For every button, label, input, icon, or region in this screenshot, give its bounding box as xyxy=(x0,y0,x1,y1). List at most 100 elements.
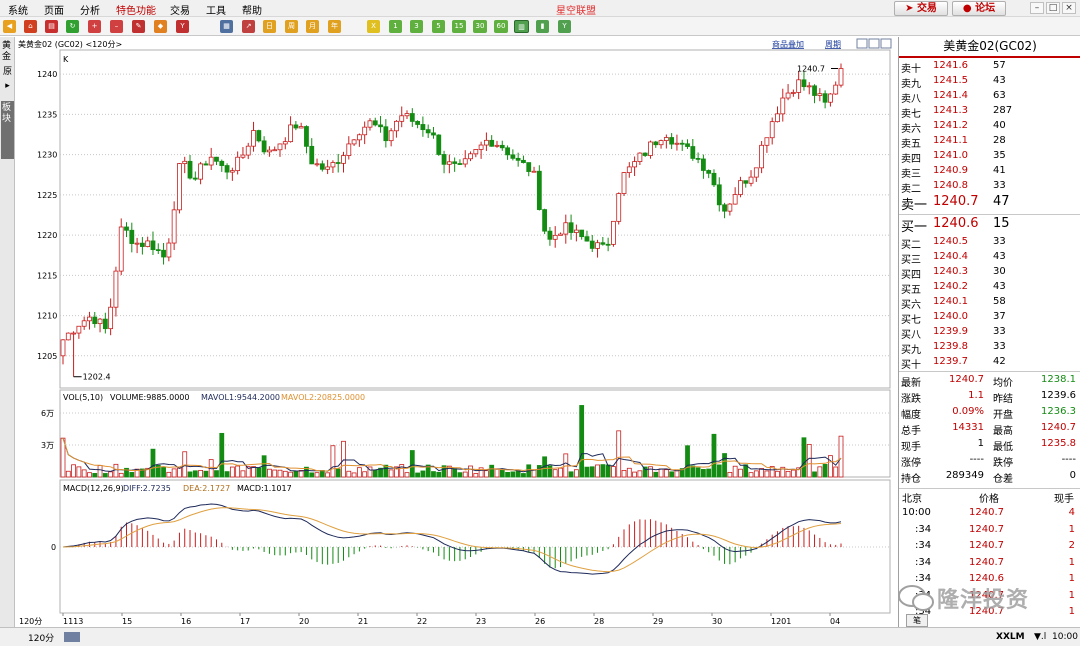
tick-row: 10:00 1240.7 4 xyxy=(899,505,1080,521)
tab-sector[interactable]: 板块 xyxy=(1,101,14,159)
ask-row[interactable]: 卖六 1241.2 40 xyxy=(899,119,1080,135)
volume-bar xyxy=(224,471,230,478)
chart-icon[interactable]: ↗ xyxy=(242,20,255,33)
tab-gold-label: 黄金 xyxy=(1,41,11,62)
ask-row[interactable]: 卖四 1241.0 35 xyxy=(899,149,1080,165)
x-icon[interactable]: X xyxy=(367,20,380,33)
60min-icon[interactable]: 60 xyxy=(494,20,508,33)
ask-row[interactable]: 卖十 1241.6 57 xyxy=(899,59,1080,75)
tab-source[interactable]: 原 xyxy=(1,67,14,78)
refresh-icon[interactable]: ↻ xyxy=(66,20,79,33)
bid-row[interactable]: 买二 1240.5 33 xyxy=(899,235,1080,251)
day-icon[interactable]: 日 xyxy=(263,20,276,33)
chart-area[interactable]: 美黄金02 (GC02) <120分> 商品叠加 周期 K 1205 1210 1215 12… xyxy=(15,37,898,627)
bid-row[interactable]: 买十 1239.7 42 xyxy=(899,355,1080,371)
bid-row[interactable]: 买九 1239.8 33 xyxy=(899,340,1080,356)
bid-price: 1239.7 xyxy=(933,356,968,367)
volume-bar xyxy=(65,470,71,478)
watermark: 隆沣投资 xyxy=(893,582,1053,613)
menu-features[interactable]: 特色功能 xyxy=(116,2,156,17)
volume-bar xyxy=(330,445,336,478)
ask-row[interactable]: 卖八 1241.4 63 xyxy=(899,89,1080,105)
ask-price: 1241.0 xyxy=(933,150,968,161)
volume-bar xyxy=(600,464,606,478)
stat-label: 涨跌 xyxy=(901,394,921,405)
week-icon[interactable]: 周 xyxy=(285,20,298,33)
menu-trade[interactable]: 交易 xyxy=(170,2,190,17)
menu-help[interactable]: 帮助 xyxy=(242,2,262,17)
volume-bar xyxy=(452,468,458,478)
ask-row[interactable]: 卖五 1241.1 28 xyxy=(899,134,1080,150)
bid-row[interactable]: 买三 1240.4 43 xyxy=(899,250,1080,266)
ask-row[interactable]: 卖三 1240.9 41 xyxy=(899,164,1080,180)
volume-bar xyxy=(616,430,622,478)
forum-button[interactable]: ● 论坛 xyxy=(952,1,1006,16)
ask-row[interactable]: 卖二 1240.8 33 xyxy=(899,179,1080,195)
zoom-in-icon[interactable]: + xyxy=(88,20,101,33)
candle-body xyxy=(282,141,288,145)
tick-time: :34 xyxy=(915,523,932,535)
pen-icon[interactable]: ✎ xyxy=(132,20,145,33)
menu-analysis[interactable]: 分析 xyxy=(80,2,100,17)
scroll-left-icon[interactable] xyxy=(64,632,80,642)
maximize-icon[interactable]: □ xyxy=(1046,2,1060,14)
bid-row[interactable]: 买七 1240.0 37 xyxy=(899,310,1080,326)
stat-label: 昨结 xyxy=(993,394,1013,405)
volume-bar xyxy=(674,470,680,478)
bid-row[interactable]: 买五 1240.2 43 xyxy=(899,280,1080,296)
candle-body xyxy=(478,144,484,150)
bucket-icon[interactable]: ◆ xyxy=(154,20,167,33)
volume-bar xyxy=(198,469,204,478)
bid-volume: 15 xyxy=(993,216,1010,231)
tick-icon[interactable]: ▮ xyxy=(536,20,549,33)
candle-body xyxy=(632,161,637,168)
tick-mode-button[interactable]: 笔 xyxy=(906,614,928,627)
volume-bar xyxy=(383,464,389,478)
bid-row[interactable]: 买四 1240.3 30 xyxy=(899,265,1080,281)
volume-bar xyxy=(632,471,637,478)
folder-icon[interactable]: ▤ xyxy=(45,20,58,33)
month-icon[interactable]: 月 xyxy=(306,20,319,33)
1min-icon[interactable]: 1 xyxy=(389,20,402,33)
menu-page[interactable]: 页面 xyxy=(44,2,64,17)
candle-body xyxy=(288,124,293,143)
back-icon[interactable]: ◀ xyxy=(3,20,16,33)
bid-row[interactable]: 买八 1239.9 33 xyxy=(899,325,1080,341)
kline-icon[interactable]: ▥ xyxy=(514,20,529,33)
bid-row[interactable]: 买一 1240.6 15 xyxy=(899,216,1080,235)
volume-bar xyxy=(573,469,579,478)
menu-system[interactable]: 系统 xyxy=(8,2,28,17)
ask-row[interactable]: 卖九 1241.5 43 xyxy=(899,74,1080,90)
close-icon[interactable]: × xyxy=(1062,2,1076,14)
trade-button[interactable]: ➤ 交易 xyxy=(894,1,948,16)
5min-icon[interactable]: 5 xyxy=(432,20,445,33)
ask-row[interactable]: 卖七 1241.3 287 xyxy=(899,104,1080,120)
candle-body xyxy=(446,161,452,165)
ask-row[interactable]: 卖一 1240.7 47 xyxy=(899,194,1080,213)
candle-body xyxy=(616,193,622,222)
grid-icon[interactable]: ▦ xyxy=(220,20,233,33)
multi-icon[interactable]: Y xyxy=(558,20,571,33)
minimize-icon[interactable]: – xyxy=(1030,2,1044,14)
tab-arrow-icon[interactable]: ▸ xyxy=(1,81,14,92)
stat-value: 289349 xyxy=(945,470,984,481)
15min-icon[interactable]: 15 xyxy=(452,20,466,33)
bid-row[interactable]: 买六 1240.1 58 xyxy=(899,295,1080,311)
volume-bar xyxy=(695,467,701,478)
price-tick-label: 1230 xyxy=(37,151,57,160)
menu-tools[interactable]: 工具 xyxy=(206,2,226,17)
volume-bar xyxy=(515,470,521,478)
home-icon[interactable]: ⌂ xyxy=(24,20,37,33)
candle-body xyxy=(806,85,812,88)
3min-icon[interactable]: 3 xyxy=(410,20,423,33)
volume-bar xyxy=(171,468,177,478)
30min-icon[interactable]: 30 xyxy=(473,20,487,33)
candle-body xyxy=(383,126,389,142)
ask-label: 卖五 xyxy=(901,139,921,150)
zoom-out-icon[interactable]: – xyxy=(110,20,123,33)
tab-gold[interactable]: 黄金 xyxy=(1,41,14,63)
volume-bar xyxy=(812,471,817,478)
kline-chart[interactable]: 美黄金02 (GC02) <120分> 商品叠加 周期 K 1205 1210 1215 12… xyxy=(15,37,898,627)
filter-icon[interactable]: Y xyxy=(176,20,189,33)
year-icon[interactable]: 年 xyxy=(328,20,341,33)
